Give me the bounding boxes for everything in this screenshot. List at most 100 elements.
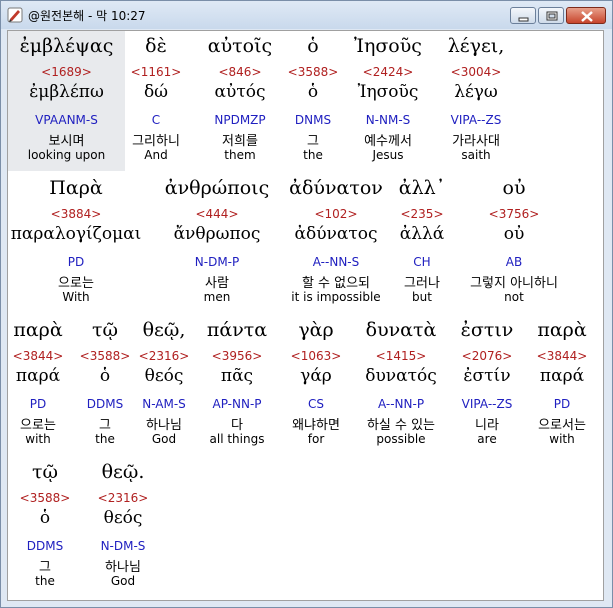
word-block[interactable]: τῷ <3588> ὁ DDMS 그 the [78,315,132,455]
greek-word: ἀνθρώποις [164,177,270,199]
korean-gloss: 예수께서 [364,134,412,149]
lemma: ὁ [99,366,111,386]
word-block[interactable]: Παρὰ <3884> παραλογίζομαι PD 으로는 With [8,173,144,313]
parsing-code: VIPA--ZS [461,397,513,411]
parsing-code: VPAANM-S [35,113,98,127]
strong-number: <2424> [362,65,414,79]
korean-gloss: 하나님 [146,418,182,433]
parsing-code: DDMS [86,397,124,411]
greek-word: δυνατὰ [365,319,437,341]
korean-gloss: 으로는 [58,276,94,291]
parsing-code: N-AM-S [142,397,186,411]
english-gloss: saith [461,148,491,162]
word-block[interactable]: ἀλλ᾽ <235> ἀλλά CH 그러나 but [390,173,454,313]
lemma: ἀλλά [399,224,445,244]
lemma: θεός [144,366,184,386]
strong-number: <3588> [19,491,71,505]
word-block[interactable]: δὲ <1161> δώ C 그리하니 And [125,31,187,171]
parsing-code: A--NN-S [312,255,360,269]
word-block[interactable]: τῷ <3588> ὁ DDMS 그 the [16,457,74,597]
english-gloss: with [25,432,51,446]
korean-gloss: 으로는 [20,418,56,433]
parsing-code: NPDMZP [214,113,266,127]
english-gloss: looking upon [27,148,106,162]
app-window: @원전본해 - 막 10:27 ἐμβλέψας <1689> ἐμβλέπω … [0,0,613,608]
korean-gloss: 사람 [205,276,229,291]
strong-number: <3588> [79,349,131,363]
lemma: ἐστίν [463,366,511,386]
parsing-code: A--NN-P [377,397,425,411]
greek-word: παρὰ [537,319,587,341]
english-gloss: Jesus [372,148,404,162]
korean-gloss: 니라 [475,418,499,433]
strong-number: <2316> [97,491,149,505]
english-gloss: possible [376,432,426,446]
word-block[interactable]: γὰρ <1063> γάρ CS 왜냐하면 for [282,315,350,455]
word-block[interactable]: πάντα <3956> πᾶς AP-NN-P 다 all things [200,315,274,455]
greek-word: Παρὰ [49,177,103,199]
word-block[interactable]: παρὰ <3844> παρά PD 으로서는 with [526,315,598,455]
parsing-code: DDMS [26,539,64,553]
english-gloss: for [307,432,325,446]
word-block[interactable]: οὐ <3756> οὐ AB 그렇지 아니하니 not [454,173,574,313]
greek-word: δὲ [145,35,167,57]
parsing-code: CS [308,397,324,411]
lemma: παραλογίζομαι [10,224,142,244]
korean-gloss: 그렇지 아니하니 [470,276,558,291]
strong-number: <3588> [287,65,339,79]
english-gloss: And [144,148,168,162]
word-block[interactable]: θεῷ, <2316> θεός N-AM-S 하나님 God [134,315,194,455]
word-block[interactable]: ὁ <3588> ὁ DNMS 그 the [284,31,342,171]
greek-word: τῷ [91,319,118,341]
word-block[interactable]: θεῷ. <2316> θεός N-DM-S 하나님 God [90,457,156,597]
word-block[interactable]: παρὰ <3844> παρά PD 으로는 with [8,315,68,455]
interlinear-content: ἐμβλέψας <1689> ἐμβλέπω VPAANM-S 보시며 loo… [7,30,604,601]
greek-word: πάντα [206,319,268,341]
lemma: Ἰησοῦς [357,82,419,102]
lemma: λέγω [454,82,498,102]
title-bar[interactable]: @원전본해 - 막 10:27 [1,1,612,29]
lemma: ἄνθρωπος [173,224,261,244]
korean-gloss: 그리하니 [132,134,180,149]
parsing-code: AP-NN-P [212,397,262,411]
strong-number: <102> [314,207,358,221]
strong-number: <2076> [461,349,513,363]
lemma: δώ [143,82,169,102]
word-block[interactable]: λέγει, <3004> λέγω VIPA--ZS 가라사대 saith [436,31,516,171]
strong-number: <1063> [290,349,342,363]
strong-number: <2316> [138,349,190,363]
lemma: αὐτός [214,82,266,102]
parsing-code: DNMS [294,113,332,127]
strong-number: <846> [218,65,262,79]
word-block[interactable]: ἐμβλέψας <1689> ἐμβλέπω VPAANM-S 보시며 loo… [8,31,125,171]
english-gloss: God [151,432,177,446]
window-title: @원전본해 - 막 10:27 [28,9,146,23]
greek-word: παρὰ [13,319,63,341]
greek-word: ἀλλ᾽ [398,177,446,199]
word-block[interactable]: αὐτοῖς <846> αὐτός NPDMZP 저희를 them [198,31,282,171]
korean-gloss: 저희를 [222,134,258,149]
word-block[interactable]: δυνατὰ <1415> δυνατός A--NN-P 하실 수 있는 po… [356,315,446,455]
greek-word: ἀδύνατον [289,177,383,199]
word-block[interactable]: ἀδύνατον <102> ἀδύνατος A--NN-S 할 수 없으되 … [282,173,390,313]
lemma: παρά [539,366,585,386]
word-block[interactable]: ἀνθρώποις <444> ἄνθρωπος N-DM-P 사람 men [152,173,282,313]
word-block[interactable]: Ἰησοῦς <2424> Ἰησοῦς N-NM-S 예수께서 Jesus [346,31,430,171]
english-gloss: are [477,432,497,446]
maximize-button[interactable] [538,7,564,24]
lemma: θεός [103,508,143,528]
greek-word: οὐ [502,177,526,199]
lemma: πᾶς [220,366,254,386]
english-gloss: with [549,432,575,446]
english-gloss: all things [209,432,265,446]
minimize-icon [518,17,529,22]
minimize-button[interactable] [510,7,536,24]
app-icon [7,7,23,23]
strong-number: <3844> [12,349,64,363]
parsing-code: PD [553,397,571,411]
word-block[interactable]: ἐστιν <2076> ἐστίν VIPA--ZS 니라 are [448,315,526,455]
parsing-code: C [151,113,161,127]
greek-word: λέγει, [447,35,505,57]
close-button[interactable] [566,7,606,24]
greek-word: γὰρ [298,319,334,341]
